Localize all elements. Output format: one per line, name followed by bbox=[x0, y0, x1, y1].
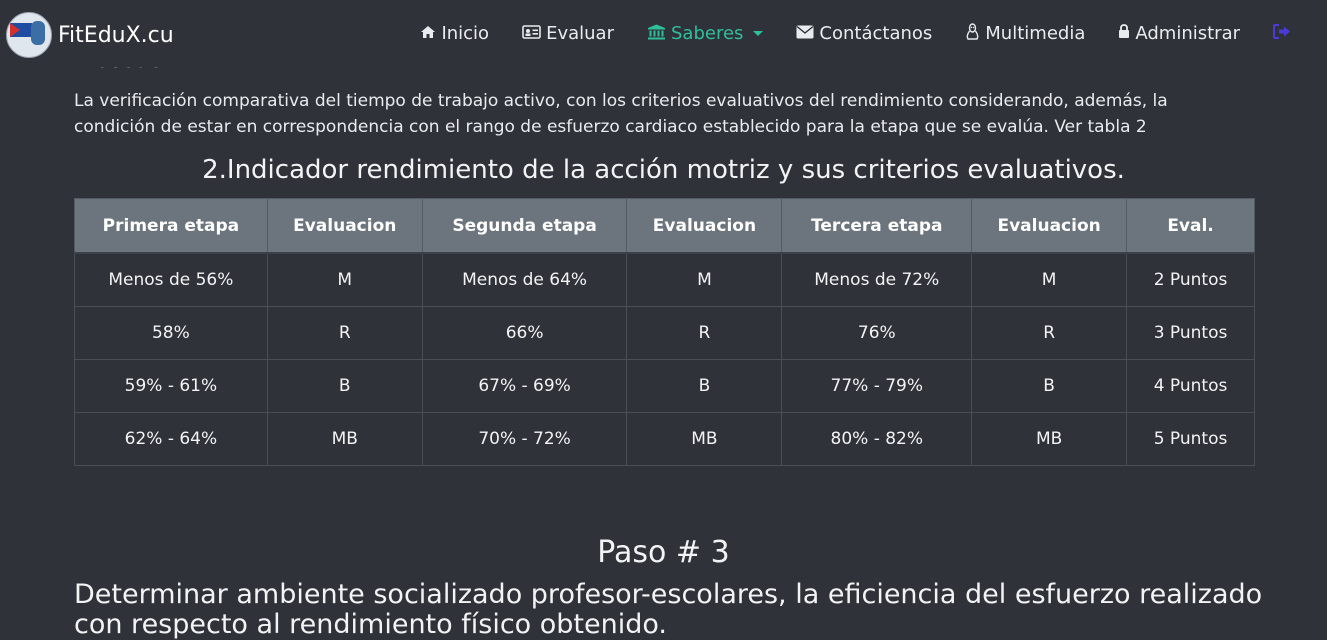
table-cell: 59% - 61% bbox=[74, 359, 268, 413]
nav-item-inicio[interactable]: Inicio bbox=[420, 23, 489, 44]
points-cell: 5 Puntos bbox=[1126, 412, 1255, 466]
header-eval: Eval. bbox=[1126, 198, 1255, 254]
grade-cell: R bbox=[626, 306, 783, 360]
institution-icon bbox=[647, 24, 666, 44]
step-title: Paso # 3 bbox=[597, 535, 730, 570]
nav-item-multimedia[interactable]: Multimedia bbox=[965, 22, 1086, 45]
points-cell: 2 Puntos bbox=[1126, 252, 1255, 307]
brand-link[interactable]: FitEduX.cu bbox=[6, 12, 174, 58]
points-cell: 3 Puntos bbox=[1126, 306, 1255, 360]
brand-name: FitEduX.cu bbox=[58, 22, 174, 48]
linux-icon bbox=[965, 22, 980, 45]
description-paragraph: La verificación comparativa del tiempo d… bbox=[74, 91, 1168, 137]
table-row: 62% - 64% MB 70% - 72% MB 80% - 82% MB 5… bbox=[74, 412, 1255, 466]
table-cell: 76% bbox=[781, 306, 973, 360]
grade-cell: R bbox=[971, 306, 1128, 360]
table-cell: Menos de 56% bbox=[74, 252, 268, 307]
table-header-row: Primera etapa Evaluacion Segunda etapa E… bbox=[74, 198, 1255, 254]
table-row: 58% R 66% R 76% R 3 Puntos bbox=[74, 306, 1255, 360]
points-cell: 4 Puntos bbox=[1126, 359, 1255, 413]
grade-cell: B bbox=[626, 359, 783, 413]
athlete-icon bbox=[31, 21, 45, 45]
table-cell: 80% - 82% bbox=[781, 412, 973, 466]
nav-item-label: Inicio bbox=[441, 23, 490, 44]
table-cell: 67% - 69% bbox=[421, 359, 628, 413]
grade-cell: B bbox=[971, 359, 1128, 413]
table-row: 59% - 61% B 67% - 69% B 77% - 79% B 4 Pu… bbox=[74, 359, 1255, 413]
table-cell: 77% - 79% bbox=[781, 359, 973, 413]
grade-cell: R bbox=[266, 306, 423, 360]
grade-cell: MB bbox=[266, 412, 423, 466]
grade-cell: M bbox=[626, 252, 783, 307]
table-cell: Menos de 64% bbox=[421, 252, 628, 307]
main-content: Proceder 2 La verificación comparativa d… bbox=[0, 0, 1327, 640]
lock-icon bbox=[1118, 24, 1130, 43]
logout-button[interactable] bbox=[1273, 23, 1291, 44]
header-evaluacion-1: Evaluacion bbox=[266, 198, 423, 254]
header-tercera-etapa: Tercera etapa bbox=[781, 198, 973, 254]
nav-item-contactanos[interactable]: Contáctanos bbox=[796, 23, 932, 44]
envelope-icon bbox=[796, 25, 814, 43]
nav-menu: Inicio Evaluar Saberes Contáctanos Multi… bbox=[420, 0, 1327, 67]
grade-cell: MB bbox=[971, 412, 1128, 466]
grade-cell: M bbox=[266, 252, 423, 307]
table-cell: 70% - 72% bbox=[421, 412, 628, 466]
header-segunda-etapa: Segunda etapa bbox=[421, 198, 628, 254]
table-cell: Menos de 72% bbox=[781, 252, 973, 307]
table-cell: 66% bbox=[421, 306, 628, 360]
table-cell: 62% - 64% bbox=[74, 412, 268, 466]
top-navbar: FitEduX.cu Inicio Evaluar Saberes Contác… bbox=[0, 0, 1327, 67]
grade-cell: B bbox=[266, 359, 423, 413]
nav-item-label: Administrar bbox=[1135, 23, 1240, 44]
flag-icon bbox=[10, 23, 32, 37]
nav-item-saberes[interactable]: Saberes bbox=[647, 23, 764, 44]
grade-cell: M bbox=[971, 252, 1128, 307]
step-description: Determinar ambiente socializado profesor… bbox=[74, 579, 1263, 640]
home-icon bbox=[420, 25, 436, 43]
logo bbox=[6, 12, 52, 58]
grade-cell: MB bbox=[626, 412, 783, 466]
header-evaluacion-3: Evaluacion bbox=[971, 198, 1128, 254]
nav-item-label: Multimedia bbox=[985, 23, 1086, 44]
table-row: Menos de 56% M Menos de 64% M Menos de 7… bbox=[74, 252, 1255, 307]
header-evaluacion-2: Evaluacion bbox=[626, 198, 783, 254]
table-cell: 58% bbox=[74, 306, 268, 360]
table-title: 2.Indicador rendimiento de la acción mot… bbox=[202, 155, 1125, 185]
nav-item-label: Evaluar bbox=[546, 23, 614, 44]
nav-item-label: Contáctanos bbox=[819, 23, 933, 44]
nav-item-label: Saberes bbox=[670, 23, 744, 44]
nav-item-evaluar[interactable]: Evaluar bbox=[522, 23, 614, 44]
evaluation-table: Primera etapa Evaluacion Segunda etapa E… bbox=[74, 198, 1255, 466]
nav-item-administrar[interactable]: Administrar bbox=[1118, 23, 1240, 44]
chevron-down-icon bbox=[753, 31, 764, 36]
id-card-icon bbox=[522, 24, 541, 43]
header-primera-etapa: Primera etapa bbox=[74, 198, 268, 254]
sign-out-icon bbox=[1273, 23, 1291, 44]
